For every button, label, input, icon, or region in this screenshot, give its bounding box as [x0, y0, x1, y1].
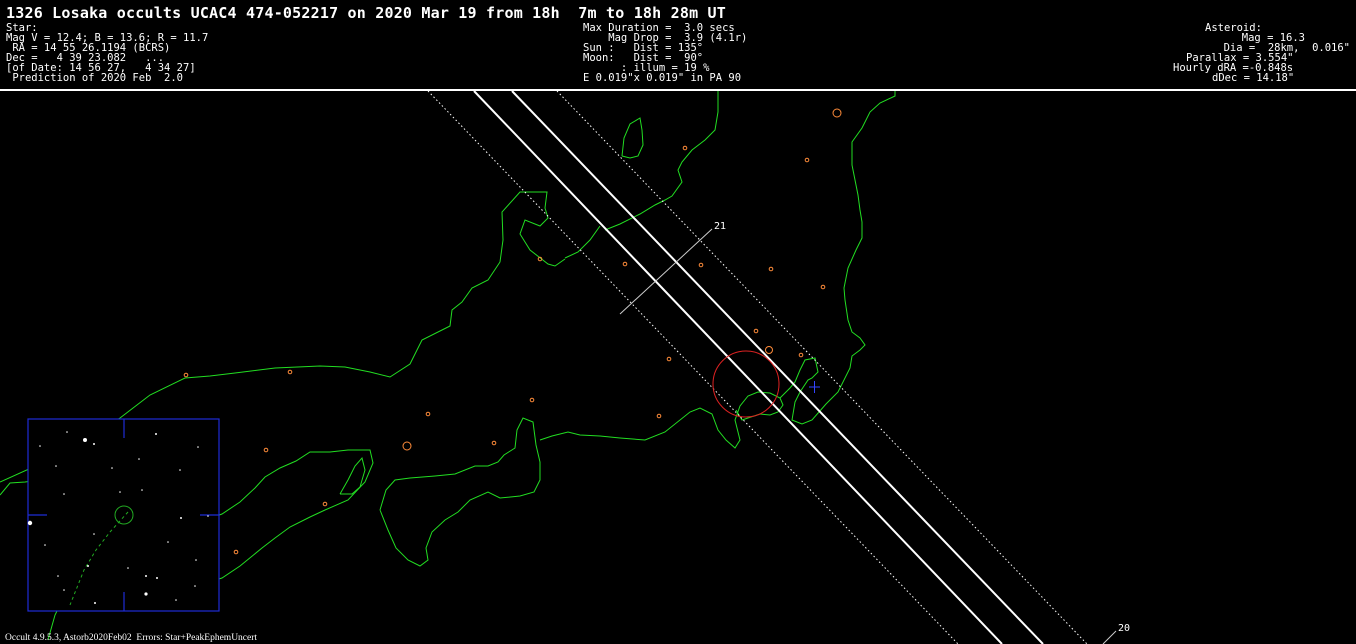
site-marker: [287, 369, 293, 375]
header: 1326 Losaka occults UCAC4 474-052217 on …: [0, 0, 1356, 91]
time-label-20: 20: [1118, 623, 1130, 634]
path-sigma-south: [556, 90, 1088, 644]
coastline-kanto: [779, 90, 896, 425]
site-marker: [402, 441, 412, 451]
cross-marker: [809, 381, 820, 393]
asteroid-ddec: dDec = 14.18": [1212, 72, 1295, 84]
header-separator: [0, 89, 1356, 91]
coastline-sado: [621, 117, 644, 159]
site-marker: [322, 501, 328, 507]
site-marker: [622, 261, 628, 267]
map-canvas: 21 20: [0, 90, 1130, 644]
site-marker: [491, 440, 497, 446]
error-ellipse: [712, 350, 780, 418]
site-marker: [263, 447, 269, 453]
site-marker: [233, 549, 239, 555]
path-sigma-north: [427, 90, 959, 644]
coastline-bay: [564, 225, 601, 259]
site-marker: [425, 411, 431, 417]
coastline-kii: [379, 417, 541, 567]
site-marker: [666, 356, 672, 362]
site-marker: [768, 266, 774, 272]
site-marker: [682, 145, 688, 151]
site-marker: [765, 346, 773, 354]
coastline-central: [539, 391, 784, 449]
finder-chart-inset: [27, 418, 220, 612]
footer-status: Occult 4.9.5.3, Astorb2020Feb02 Errors: …: [5, 633, 258, 643]
coastline-north: [604, 90, 719, 231]
time-tick-20: [1102, 630, 1117, 644]
star-prediction: Prediction of 2020 Feb 2.0: [6, 72, 184, 84]
site-marker: [832, 108, 842, 118]
finder-frame: [27, 418, 220, 612]
coastline-shikoku: [339, 456, 366, 495]
site-marker: [529, 397, 535, 403]
page-title: 1326 Losaka occults UCAC4 474-052217 on …: [6, 4, 726, 22]
path-limit-north: [473, 90, 1003, 644]
occultation-path: [427, 90, 1088, 644]
site-marker: [820, 284, 826, 290]
time-tick-21: [619, 228, 713, 315]
site-marker: [798, 352, 804, 358]
time-label-21: 21: [714, 221, 726, 232]
path-limit-south: [511, 90, 1044, 644]
site-marker: [656, 413, 662, 419]
site-marker: [804, 157, 810, 163]
site-marker: [698, 262, 704, 268]
site-marker: [183, 372, 189, 378]
error-ellipse-text: E 0.019"x 0.019" in PA 90: [583, 72, 742, 84]
site-marker: [753, 328, 759, 334]
